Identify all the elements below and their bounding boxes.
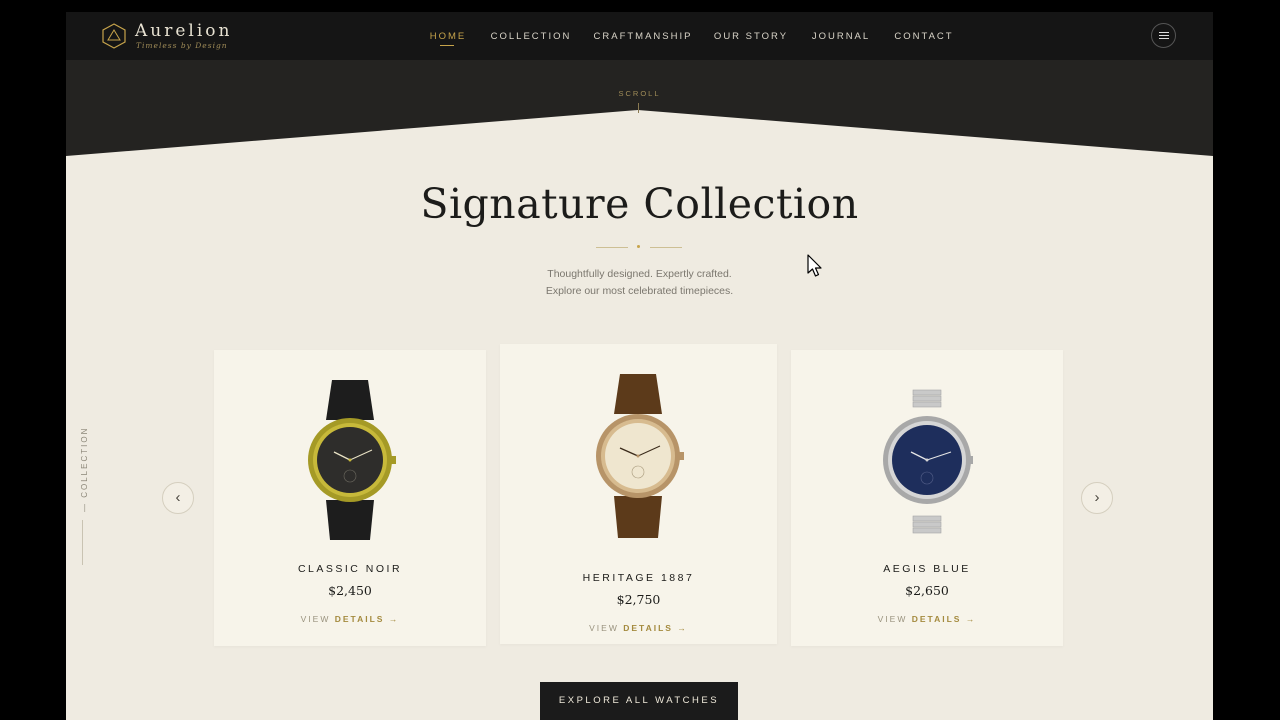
mouse-cursor-icon [807,254,822,277]
title-divider-dot [637,245,640,248]
brand-name[interactable]: Aurelion [135,21,232,41]
title-divider-left [596,247,628,248]
carousel-prev-button[interactable]: ‹ [162,482,194,514]
scroll-indicator-line [638,103,639,113]
product-price: $2,450 [328,583,372,598]
site-header: Aurelion Timeless by Design HOME COLLECT… [66,12,1213,61]
watch-image[interactable] [304,378,396,544]
nav-active-underline [440,45,454,46]
watch-image[interactable] [881,388,973,536]
side-line [82,520,83,565]
menu-icon [1159,32,1169,33]
page-frame: Aurelion Timeless by Design HOME COLLECT… [66,12,1213,720]
section-title: Signature Collection [420,180,859,228]
nav-contact[interactable]: CONTACT [894,31,953,42]
product-card-aegis-blue[interactable]: AEGIS BLUE $2,650 VIEW DETAILS → [791,350,1063,646]
view-details-link[interactable]: VIEW DETAILS → [500,623,777,633]
product-name[interactable]: HERITAGE 1887 [500,572,777,584]
scroll-label[interactable]: SCROLL [66,89,1213,98]
side-collection-label: — COLLECTION [80,426,89,512]
nav-our-story[interactable]: OUR STORY [714,31,788,42]
nav-home[interactable]: HOME [430,31,467,42]
view-details-link[interactable]: VIEW DETAILS → [791,614,1063,624]
watch-image[interactable] [592,372,684,540]
product-name[interactable]: CLASSIC NOIR [214,563,486,575]
section-subtitle-line2: Explore our most celebrated timepieces. [545,285,734,297]
logo-icon[interactable] [101,23,127,49]
product-price: $2,750 [616,592,661,607]
hero-band [66,60,1213,156]
view-details-link[interactable]: VIEW DETAILS → [214,614,486,624]
title-divider-right [650,247,682,248]
carousel-next-button[interactable]: › [1081,482,1113,514]
product-price: $2,650 [905,583,949,598]
menu-button[interactable] [1151,23,1176,48]
arrow-right-icon: → [677,623,688,633]
product-name[interactable]: AEGIS BLUE [791,563,1063,575]
arrow-right-icon: → [965,614,977,624]
brand-tagline: Timeless by Design [136,41,228,50]
nav-journal[interactable]: JOURNAL [812,31,870,42]
product-card-classic-noir[interactable]: CLASSIC NOIR $2,450 VIEW DETAILS → [214,350,486,646]
nav-collection[interactable]: COLLECTION [491,31,572,42]
nav-craftmanship[interactable]: CRAFTMANSHIP [594,31,693,42]
explore-all-watches-button[interactable]: EXPLORE ALL WATCHES [540,682,738,720]
product-card-heritage-1887[interactable]: HERITAGE 1887 $2,750 VIEW DETAILS → [500,344,777,644]
section-subtitle-line1: Thoughtfully designed. Expertly crafted. [547,268,732,280]
arrow-right-icon: → [388,614,400,624]
